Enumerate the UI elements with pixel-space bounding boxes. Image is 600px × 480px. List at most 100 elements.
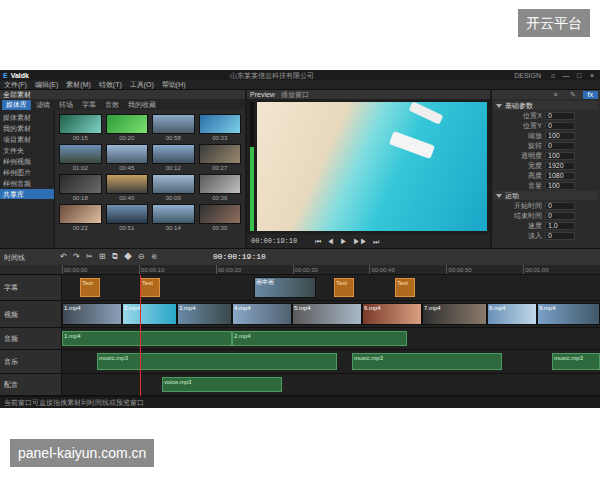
media-item[interactable]: 00:30: [199, 204, 242, 231]
media-item[interactable]: 00:14: [152, 204, 195, 231]
timeline-clip[interactable]: 2.mp4: [122, 303, 177, 325]
folder-item[interactable]: 样例音频: [0, 178, 54, 188]
playback-button[interactable]: ▶▶: [353, 238, 367, 245]
playback-button[interactable]: ◀: [327, 238, 334, 245]
timeline-clip[interactable]: voice.mp3: [162, 377, 282, 392]
library-tab[interactable]: 音效: [101, 100, 123, 110]
preview-tab[interactable]: Preview: [250, 91, 275, 98]
media-item[interactable]: 00:20: [106, 114, 149, 141]
timeline-clip[interactable]: Text: [395, 278, 415, 297]
timeline-clip[interactable]: Text: [140, 278, 160, 297]
tool-button[interactable]: ⊞: [99, 253, 106, 261]
playhead[interactable]: [140, 275, 141, 396]
tool-button[interactable]: ⊖: [138, 253, 145, 261]
property-field[interactable]: 0: [545, 232, 575, 240]
playback-button[interactable]: ⏭: [373, 238, 379, 245]
menu-item[interactable]: 素材(M): [66, 81, 91, 88]
properties-tab[interactable]: fx: [583, 91, 598, 99]
tool-button[interactable]: ⧉: [112, 253, 118, 261]
folder-item[interactable]: 我的素材: [0, 123, 54, 133]
property-field[interactable]: 0: [545, 142, 575, 150]
library-tab[interactable]: 转场: [55, 100, 77, 110]
media-item[interactable]: 01:02: [59, 144, 102, 171]
media-item[interactable]: 00:09: [152, 174, 195, 201]
media-item[interactable]: 00:27: [199, 144, 242, 171]
media-item[interactable]: 00:45: [106, 144, 149, 171]
media-duration: 00:58: [152, 135, 195, 141]
property-row: 位置X0: [494, 111, 598, 120]
timeline-clip[interactable]: 9.mp4: [537, 303, 600, 325]
media-duration: 00:51: [106, 225, 149, 231]
window-control[interactable]: □: [574, 72, 584, 79]
property-field[interactable]: 100: [545, 152, 575, 160]
properties-tab[interactable]: ✎: [565, 91, 581, 99]
playback-button[interactable]: ⏮: [315, 238, 321, 245]
tool-button[interactable]: ⊕: [151, 253, 157, 261]
timeline-clip[interactable]: 7.mp4: [422, 303, 487, 325]
folder-item[interactable]: 文件夹: [0, 145, 54, 155]
timeline-clip[interactable]: Text: [334, 278, 354, 297]
property-field[interactable]: 100: [545, 132, 575, 140]
timeline-clip[interactable]: 4.mp4: [232, 303, 292, 325]
track-lane: Text Text 画中画 Text Text: [62, 275, 600, 300]
properties-tab[interactable]: ≡: [548, 91, 562, 99]
folder-item[interactable]: 项目素材: [0, 134, 54, 144]
media-item[interactable]: 00:40: [106, 174, 149, 201]
window-control[interactable]: ×: [587, 72, 597, 79]
timeline-clip[interactable]: 1.mp4: [62, 303, 122, 325]
property-field[interactable]: 100: [545, 182, 575, 190]
property-label: 位置X: [508, 112, 542, 119]
folder-item[interactable]: 样例图片: [0, 167, 54, 177]
menu-item[interactable]: 工具(O): [130, 81, 154, 88]
timeline-clip[interactable]: 2.mp4: [232, 331, 407, 346]
folder-item[interactable]: 样例视频: [0, 156, 54, 166]
property-field[interactable]: 0: [545, 212, 575, 220]
property-field[interactable]: 0: [545, 122, 575, 130]
timeline-clip[interactable]: 画中画: [254, 277, 316, 298]
media-duration: 00:20: [106, 135, 149, 141]
property-field[interactable]: 1920: [545, 162, 575, 170]
tool-button[interactable]: ↶: [60, 253, 67, 261]
playback-button[interactable]: ▶: [340, 238, 347, 245]
menu-item[interactable]: 文件(F): [4, 81, 27, 88]
library-tab[interactable]: 媒体库: [2, 100, 31, 110]
timeline-clip[interactable]: music.mp3: [352, 353, 502, 370]
folder-item[interactable]: 媒体素材: [0, 112, 54, 122]
library-tab[interactable]: 滤镜: [32, 100, 54, 110]
timeline-clip[interactable]: Text: [80, 278, 100, 297]
media-item[interactable]: 00:18: [59, 174, 102, 201]
section-header[interactable]: 基础参数: [494, 101, 598, 110]
menu-item[interactable]: 帮助(H): [162, 81, 186, 88]
window-control[interactable]: —: [561, 72, 571, 79]
tool-button[interactable]: ✂: [86, 253, 93, 261]
media-item[interactable]: 00:33: [199, 114, 242, 141]
ruler-tick: 00:00:40: [369, 265, 446, 274]
timeline-clip[interactable]: music.mp3: [552, 353, 600, 370]
timeline-clip[interactable]: 5.mp4: [292, 303, 362, 325]
media-item[interactable]: 00:15: [59, 114, 102, 141]
menu-item[interactable]: 编辑(E): [35, 81, 58, 88]
user-name[interactable]: DESIGN: [514, 72, 541, 79]
timeline-clip[interactable]: 3.mp4: [177, 303, 232, 325]
window-control[interactable]: ⌂: [548, 72, 558, 79]
tool-button[interactable]: ◆: [124, 253, 132, 261]
media-item[interactable]: 00:36: [199, 174, 242, 201]
media-item[interactable]: 00:58: [152, 114, 195, 141]
folder-item[interactable]: 共享库: [0, 189, 54, 199]
property-field[interactable]: 1.0: [545, 222, 575, 230]
timeline-clip[interactable]: 1.mp4: [62, 331, 232, 346]
tool-button[interactable]: ↷: [73, 253, 80, 261]
section-header[interactable]: 运动: [494, 191, 598, 200]
media-item[interactable]: 00:12: [152, 144, 195, 171]
library-tab[interactable]: 字幕: [78, 100, 100, 110]
property-field[interactable]: 0: [545, 202, 575, 210]
media-item[interactable]: 00:22: [59, 204, 102, 231]
timeline-clip[interactable]: music.mp3: [97, 353, 337, 370]
property-field[interactable]: 0: [545, 112, 575, 120]
library-tab[interactable]: 我的收藏: [124, 100, 160, 110]
timeline-clip[interactable]: 6.mp4: [362, 303, 422, 325]
timeline-clip[interactable]: 8.mp4: [487, 303, 537, 325]
menu-item[interactable]: 特效(T): [99, 81, 122, 88]
media-item[interactable]: 00:51: [106, 204, 149, 231]
property-field[interactable]: 1080: [545, 172, 575, 180]
